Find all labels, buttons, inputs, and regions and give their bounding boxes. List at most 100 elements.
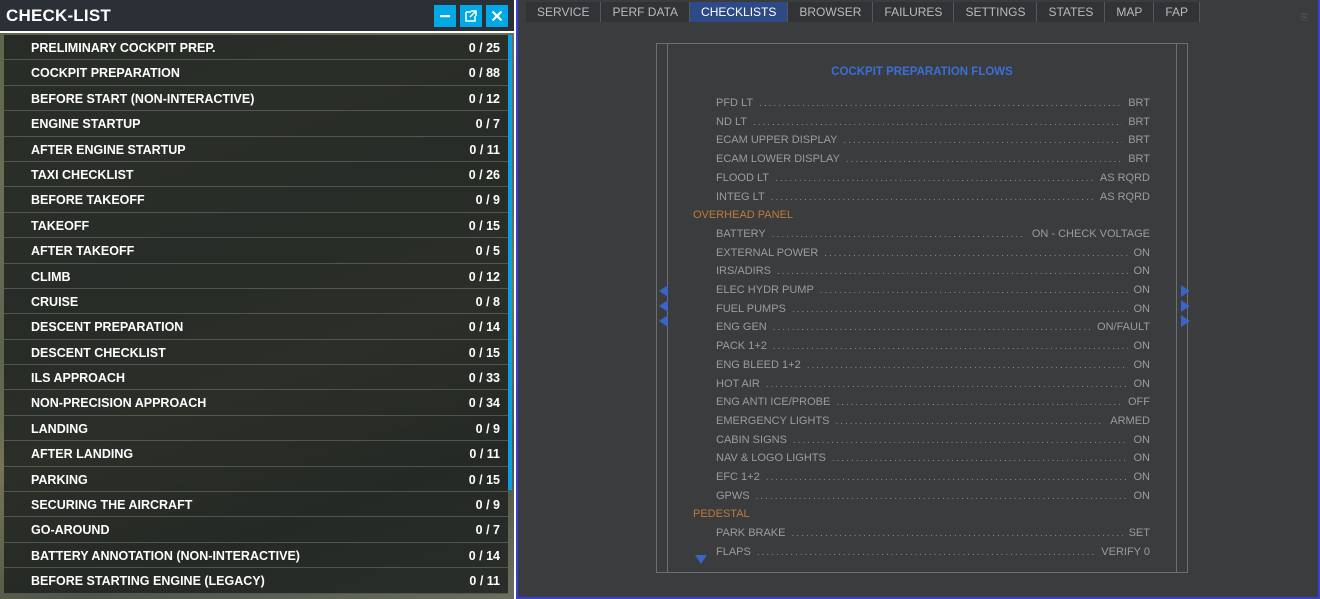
checklist-item[interactable]: BATTERY ANNOTATION (NON-INTERACTIVE) 0 / …: [4, 542, 508, 569]
checklist-item[interactable]: AFTER TAKEOFF 0 / 5: [4, 238, 508, 264]
checklist-item-count: 0 / 26: [468, 167, 500, 182]
tab-map[interactable]: MAP: [1105, 2, 1155, 22]
chevron-right-icon: [1181, 285, 1190, 297]
scroll-down-icon[interactable]: [695, 555, 707, 564]
tab-service[interactable]: SERVICE: [526, 2, 602, 22]
checklist-item[interactable]: AFTER LANDING 0 / 11: [4, 441, 508, 467]
next-page-button[interactable]: [1181, 285, 1191, 330]
checklist-item-name: PRELIMINARY COCKPIT PREP.: [31, 41, 216, 55]
tab-perf-data[interactable]: PERF DATA: [601, 2, 691, 22]
popout-icon: [465, 10, 477, 22]
checklist-item[interactable]: PRELIMINARY COCKPIT PREP. 0 / 25: [4, 35, 508, 61]
checklist-list: PRELIMINARY COCKPIT PREP. 0 / 25 COCKPIT P…: [4, 35, 508, 599]
minimize-icon: [440, 15, 450, 18]
checklist-document: COCKPIT PREPARATION FLOWS PFD LT........…: [656, 43, 1188, 573]
checklist-item[interactable]: CRUISE 0 / 8: [4, 288, 508, 315]
checklist-item[interactable]: DESCENT CHECKLIST 0 / 15: [4, 339, 508, 366]
checklist-item-name: COCKPIT PREPARATION: [31, 66, 180, 81]
document-line: ENG ANTI ICE/PROBE......................…: [716, 396, 1150, 410]
popout-button[interactable]: [460, 5, 482, 27]
checklist-item-count: 0 / 15: [468, 472, 500, 487]
document-line-value: SET: [1128, 527, 1150, 540]
checklist-item-count: 0 / 34: [468, 396, 500, 411]
document-line-item: IRS/ADIRS: [716, 265, 772, 278]
document-line-item: PACK 1+2: [716, 340, 767, 353]
document-line-item: HOT AIR: [716, 377, 760, 390]
document-line-value: BRT: [1128, 97, 1150, 109]
document-line-value: VERIFY 0: [1101, 545, 1150, 558]
document-line-value: ON: [1133, 340, 1151, 353]
document-line-value: BRT: [1128, 115, 1150, 128]
document-line: ENG GEN.................................…: [716, 321, 1150, 335]
checklist-item-count: 0 / 14: [468, 548, 500, 563]
dot-leader: ........................................…: [845, 154, 1123, 166]
dot-leader: ........................................…: [792, 434, 1128, 446]
tab-bar: SERVICE PERF DATA CHECKLISTS BROWSER FAILURE…: [526, 2, 1201, 22]
document-line-item: ECAM LOWER DISPLAY: [716, 153, 840, 166]
checklist-item-name: AFTER TAKEOFF: [31, 244, 135, 259]
checklist-item[interactable]: NON-PRECISION APPROACH 0 / 34: [4, 390, 508, 416]
dot-leader: ........................................…: [755, 490, 1128, 502]
checklist-item-name: DESCENT CHECKLIST: [31, 345, 166, 360]
tab-failures[interactable]: FAILURES: [873, 2, 955, 22]
checklist-item[interactable]: TAXI CHECKLIST 0 / 26: [4, 161, 508, 188]
checklist-item-count: 0 / 11: [469, 447, 500, 462]
close-button[interactable]: [486, 5, 508, 27]
checklist-scrollbar[interactable]: [508, 35, 512, 490]
minimize-button[interactable]: [434, 5, 456, 27]
checklist-item-name: ENGINE STARTUP: [31, 117, 141, 132]
checklist-item[interactable]: DESCENT PREPARATION 0 / 14: [4, 314, 508, 340]
dot-leader: ........................................…: [756, 546, 1096, 558]
checklist-item[interactable]: BEFORE STARTING ENGINE (LEGACY) 0 / 11: [4, 568, 508, 594]
dot-leader: ........................................…: [791, 303, 1128, 315]
document-line: PARK BRAKE..............................…: [716, 527, 1150, 541]
checklist-item[interactable]: ILS APPROACH 0 / 33: [4, 365, 508, 391]
panel-title: CHECK-LIST: [6, 6, 111, 25]
tab-settings[interactable]: SETTINGS: [954, 2, 1038, 22]
checklist-item[interactable]: GO-AROUND 0 / 7: [4, 517, 508, 543]
chevron-right-icon: [1181, 315, 1190, 327]
checklist-item[interactable]: TAKEOFF 0 / 15: [4, 212, 508, 239]
corner-icon: ⎘: [1301, 12, 1309, 22]
document-line-item: ND LT: [716, 115, 747, 128]
checklist-item-count: 0 / 9: [475, 421, 500, 436]
dot-leader: ........................................…: [824, 247, 1127, 259]
checklist-item-count: 0 / 7: [475, 523, 500, 538]
checklist-item[interactable]: PARKING 0 / 15: [4, 466, 508, 493]
checklist-item-count: 0 / 11: [469, 142, 500, 157]
tab-fap[interactable]: FAP: [1154, 2, 1201, 22]
document-line-item: ELEC HYDR PUMP: [716, 284, 814, 296]
checklist-item[interactable]: BEFORE START (NON-INTERACTIVE) 0 / 12: [4, 85, 508, 112]
tab-states[interactable]: STATES: [1037, 2, 1106, 22]
dot-leader: ........................................…: [765, 378, 1128, 390]
checklist-item[interactable]: CLIMB 0 / 12: [4, 263, 508, 289]
document-line: ECAM LOWER DISPLAY......................…: [716, 153, 1150, 167]
dot-leader: ........................................…: [777, 266, 1127, 278]
checklist-item[interactable]: AFTER ENGINE STARTUP 0 / 11: [4, 136, 508, 162]
dot-leader: ........................................…: [772, 341, 1128, 353]
checklist-item[interactable]: COCKPIT PREPARATION 0 / 88: [4, 60, 508, 86]
checklist-item-count: 0 / 33: [468, 371, 500, 386]
tab-checklists[interactable]: CHECKLISTS: [690, 2, 789, 22]
checklist-item-name: TAXI CHECKLIST: [31, 167, 134, 182]
tab-browser[interactable]: BROWSER: [788, 2, 874, 22]
checklist-item[interactable]: BEFORE TAKEOFF 0 / 9: [4, 187, 508, 213]
dot-leader: ........................................…: [831, 453, 1128, 465]
document-line-item: FUEL PUMPS: [716, 302, 786, 315]
document-line-value: AS RQRD: [1099, 190, 1150, 203]
checklist-item[interactable]: SECURING THE AIRCRAFT 0 / 9: [4, 492, 508, 518]
checklist-item[interactable]: LANDING 0 / 9: [4, 415, 508, 442]
prev-page-button[interactable]: [659, 285, 669, 330]
checklist-item-count: 0 / 25: [468, 41, 500, 55]
checklist-item[interactable]: ENGINE STARTUP 0 / 7: [4, 111, 508, 137]
document-section-heading: OVERHEAD PANEL: [693, 209, 794, 222]
document-line: EFC 1+2.................................…: [716, 471, 1150, 485]
document-line-item: PFD LT: [716, 97, 754, 109]
document-line-value: ON: [1133, 302, 1151, 315]
dot-leader: ........................................…: [843, 135, 1123, 147]
checklist-item-name: CRUISE: [31, 294, 79, 309]
checklist-panel: CHECK-LIST PRELIMINARY COCKPIT PREP. 0 / …: [0, 0, 514, 599]
checklist-item-count: 0 / 9: [475, 193, 500, 208]
document-line-value: BRT: [1128, 153, 1150, 166]
document-line-item: BATTERY: [716, 227, 766, 240]
